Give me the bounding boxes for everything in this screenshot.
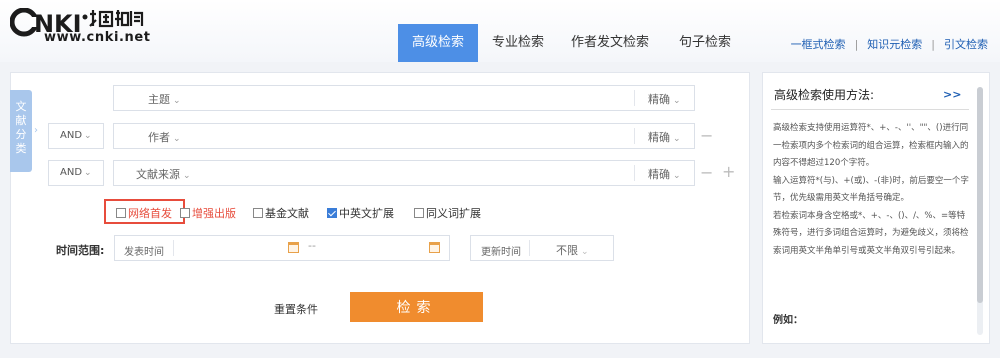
- field-selector[interactable]: 作者 ⌄: [148, 129, 181, 145]
- option-checkboxes: 网络首发 增强出版 基金文献 中英文扩展 同义词扩展: [116, 204, 481, 222]
- checkbox-online-first[interactable]: 网络首发: [116, 204, 172, 222]
- checkbox-box[interactable]: [414, 208, 424, 218]
- checkbox-label: 同义词扩展: [426, 207, 481, 220]
- help-more-link[interactable]: >>: [943, 88, 961, 101]
- chevron-down-icon: ⌄: [173, 96, 181, 106]
- logic-operator-label: AND: [60, 130, 83, 141]
- checkbox-label: 中英文扩展: [339, 207, 394, 220]
- reset-conditions-button[interactable]: 重置条件: [274, 301, 318, 317]
- calendar-icon[interactable]: [429, 242, 440, 253]
- checkbox-box[interactable]: [180, 208, 190, 218]
- search-button[interactable]: 检索: [350, 292, 483, 322]
- field-selector[interactable]: 主题 ⌄: [148, 91, 181, 107]
- logo-url-text: www.cnki.net: [44, 30, 151, 45]
- tab-advanced-search[interactable]: 高级检索: [398, 24, 478, 62]
- field-selector[interactable]: 文献来源 ⌄: [136, 166, 191, 182]
- checkbox-synonym-expand[interactable]: 同义词扩展: [414, 204, 481, 222]
- chevron-down-icon: ⌄: [84, 131, 92, 141]
- divider: [529, 240, 530, 256]
- checkbox-cn-en-expand[interactable]: 中英文扩展: [327, 204, 394, 222]
- publish-date-label: 发表时间: [124, 247, 164, 258]
- time-range-label: 时间范围:: [56, 244, 105, 257]
- logic-operator-label: AND: [60, 167, 83, 178]
- link-citation-search[interactable]: 引文检索: [944, 36, 988, 52]
- chevron-down-icon: ⌄: [673, 171, 681, 181]
- remove-row-icon[interactable]: −: [700, 165, 713, 181]
- chevron-down-icon: ⌄: [84, 168, 92, 178]
- calendar-icon[interactable]: [288, 242, 299, 253]
- divider: [173, 240, 174, 256]
- remove-row-icon[interactable]: −: [700, 128, 713, 144]
- link-knowledge-search[interactable]: 知识元检索: [867, 36, 922, 52]
- tab-author-search[interactable]: 作者发文检索: [558, 24, 662, 62]
- update-time-select[interactable]: 更新时间 不限 ⌄: [470, 235, 614, 261]
- header: N KI www.cnki.net 高级检索 专业检索 作者发文检索 句子检索 …: [0, 0, 1000, 62]
- publish-date-range[interactable]: 发表时间 --: [114, 235, 450, 261]
- scrollbar-thumb[interactable]: [977, 87, 983, 303]
- link-separator: |: [854, 37, 859, 51]
- chevron-right-icon: ›: [34, 125, 38, 136]
- checkbox-box[interactable]: [253, 208, 263, 218]
- tab-professional-search[interactable]: 专业检索: [478, 24, 558, 62]
- match-selector[interactable]: 精确 ⌄: [648, 91, 681, 107]
- match-selector-label: 精确: [648, 168, 670, 181]
- chevron-down-icon: ⌄: [673, 134, 681, 144]
- divider: [634, 128, 635, 144]
- match-selector[interactable]: 精确 ⌄: [648, 166, 681, 182]
- add-row-icon[interactable]: +: [722, 164, 735, 180]
- document-category-tab[interactable]: 文献分类 ›: [10, 90, 38, 172]
- checkbox-label: 网络首发: [128, 207, 172, 220]
- checkbox-fund-literature[interactable]: 基金文献: [253, 204, 309, 222]
- chevron-down-icon: ⌄: [581, 247, 589, 257]
- checkbox-label: 增强出版: [192, 207, 236, 220]
- document-category-label: 文献分类: [15, 100, 27, 155]
- search-mode-tabs: 高级检索 专业检索 作者发文检索 句子检索: [398, 24, 748, 62]
- logic-operator-select[interactable]: AND ⌄: [48, 160, 104, 186]
- checkbox-box[interactable]: [116, 208, 126, 218]
- logic-operator-select[interactable]: AND ⌄: [48, 123, 104, 149]
- search-field-row-2[interactable]: 作者 ⌄ 精确 ⌄: [113, 123, 695, 149]
- match-selector[interactable]: 精确 ⌄: [648, 129, 681, 145]
- search-field-row-1[interactable]: 主题 ⌄ 精确 ⌄: [113, 85, 695, 111]
- link-separator: |: [931, 37, 935, 51]
- checkbox-box[interactable]: [327, 208, 337, 218]
- checkbox-enhanced-publishing[interactable]: 增强出版: [180, 204, 236, 222]
- divider: [634, 165, 635, 181]
- tab-sentence-search[interactable]: 句子检索: [662, 24, 748, 62]
- help-panel: 高级检索使用方法: >> 高级检索支持使用运算符*、+、-、''、""、()进行…: [762, 72, 990, 344]
- help-paragraph: 输入运算符*(与)、+(或)、-(非)时，前后要空一个字节，优先级需用英文半角括…: [773, 175, 969, 204]
- chevron-down-icon: ⌄: [673, 96, 681, 106]
- top-links: 一框式检索 | 知识元检索 | 引文检索: [791, 36, 988, 52]
- help-scrollbar[interactable]: [977, 87, 983, 335]
- match-selector-label: 精确: [648, 131, 670, 144]
- divider: [634, 90, 635, 106]
- match-selector-label: 精确: [648, 93, 670, 106]
- chevron-down-icon: ⌄: [183, 171, 191, 181]
- field-selector-label: 作者: [148, 131, 170, 144]
- date-range-separator: --: [308, 239, 316, 252]
- help-title: 高级检索使用方法:: [774, 88, 875, 102]
- update-time-value: 不限 ⌄: [556, 242, 589, 258]
- chevron-down-icon: ⌄: [173, 134, 181, 144]
- search-field-row-3[interactable]: 文献来源 ⌄ 精确 ⌄: [113, 160, 695, 186]
- update-time-label: 更新时间: [481, 247, 521, 258]
- divider: [771, 109, 969, 110]
- help-example-label: 例如：: [773, 315, 803, 326]
- update-time-value-text: 不限: [556, 244, 578, 257]
- help-paragraph: 若检索词本身含空格或*、+、-、()、/、%、=等特殊符号，进行多词组合运算时，…: [773, 210, 969, 256]
- field-selector-label: 文献来源: [136, 168, 180, 181]
- help-body: 高级检索支持使用运算符*、+、-、''、""、()进行同一检索项内多个检索词的组…: [773, 120, 971, 260]
- link-basic-search[interactable]: 一框式检索: [791, 36, 846, 52]
- field-selector-label: 主题: [148, 93, 170, 106]
- help-paragraph: 高级检索支持使用运算符*、+、-、''、""、()进行同一检索项内多个检索词的组…: [773, 123, 969, 168]
- checkbox-label: 基金文献: [265, 207, 309, 220]
